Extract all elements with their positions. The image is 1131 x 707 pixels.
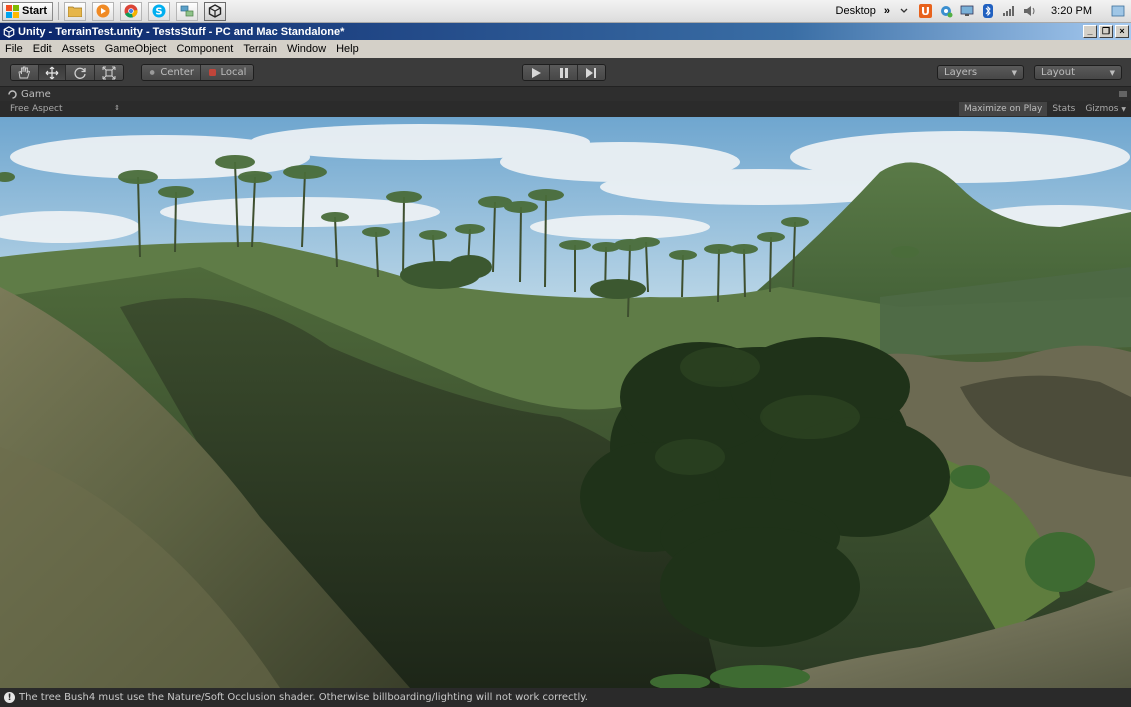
network-gear-icon[interactable] <box>939 4 953 18</box>
hand-icon <box>18 66 31 79</box>
screen: Start S Desktop » U 3:20 PM Unity - Terr… <box>0 0 1131 707</box>
taskbar-network-button[interactable] <box>176 1 199 21</box>
tab-game[interactable]: Game <box>8 89 51 100</box>
signal-strength-icon[interactable] <box>1002 4 1016 18</box>
window-controls: _ ❐ × <box>1083 25 1129 38</box>
menu-gameobject[interactable]: GameObject <box>100 43 172 55</box>
game-view-toolbar: Free Aspect ⇕ Maximize on Play Stats Giz… <box>0 101 1131 117</box>
move-arrows-icon <box>45 66 59 79</box>
pause-icon <box>559 67 568 78</box>
tab-menu-icon[interactable] <box>1119 89 1127 100</box>
window-title: Unity - TerrainTest.unity - TestsStuff -… <box>18 25 345 38</box>
rotate-tool-button[interactable] <box>66 65 95 80</box>
svg-text:U: U <box>921 5 930 18</box>
scale-tool-button[interactable] <box>94 65 123 80</box>
play-button[interactable] <box>523 65 551 80</box>
console-status-bar[interactable]: ! The tree Bush4 must use the Nature/Sof… <box>0 688 1131 707</box>
pivot-toggle-group: Center Local <box>141 64 254 81</box>
restore-button[interactable]: ❐ <box>1099 25 1113 38</box>
scale-icon <box>102 66 116 79</box>
maximize-on-play-toggle[interactable]: Maximize on Play <box>959 102 1048 116</box>
layout-label: Layout <box>1041 67 1075 78</box>
menu-edit[interactable]: Edit <box>28 43 57 55</box>
menu-help[interactable]: Help <box>331 43 364 55</box>
desktop-toolbar-label[interactable]: Desktop <box>836 5 876 17</box>
menu-bar: File Edit Assets GameObject Component Te… <box>0 40 1131 58</box>
pivot-local-label: Local <box>220 67 247 78</box>
terrain-scene <box>0 117 1131 688</box>
unity-icon <box>3 25 15 38</box>
menu-assets[interactable]: Assets <box>57 43 100 55</box>
updown-icon: ⇕ <box>114 104 120 112</box>
menu-window[interactable]: Window <box>282 43 331 55</box>
game-controller-icon <box>8 89 17 99</box>
game-view-options: Maximize on Play Stats Gizmos ▼ <box>959 101 1131 117</box>
folder-icon <box>68 6 83 17</box>
unity-icon <box>208 4 222 18</box>
taskbar-unity-button[interactable] <box>204 1 227 21</box>
chevron-down-icon: ▼ <box>1109 68 1115 77</box>
unity-title-bar[interactable]: Unity - TerrainTest.unity - TestsStuff -… <box>0 23 1131 40</box>
chrome-icon <box>124 4 138 18</box>
hand-tool-button[interactable] <box>11 65 39 80</box>
pause-button[interactable] <box>550 65 578 80</box>
layout-dropdown[interactable]: Layout ▼ <box>1034 65 1122 80</box>
playback-controls <box>522 64 606 81</box>
step-forward-icon <box>586 67 597 78</box>
pivot-center-button[interactable]: Center <box>142 65 201 80</box>
monitor-icon[interactable] <box>960 4 974 18</box>
chevron-down-icon: ▼ <box>1121 106 1126 113</box>
network-icon <box>180 5 194 17</box>
media-play-icon <box>96 4 110 18</box>
chevron-down-icon[interactable] <box>897 4 911 18</box>
windows-logo-icon <box>6 4 19 18</box>
taskbar-explorer-button[interactable] <box>64 1 87 21</box>
start-button[interactable]: Start <box>2 1 54 21</box>
close-button[interactable]: × <box>1115 25 1129 38</box>
volume-icon[interactable] <box>1023 4 1037 18</box>
layers-label: Layers <box>944 67 978 78</box>
show-desktop-icon[interactable] <box>1111 4 1125 18</box>
gizmos-dropdown[interactable]: Gizmos ▼ <box>1080 102 1131 116</box>
taskbar-skype-button[interactable]: S <box>148 1 171 21</box>
aspect-label: Free Aspect <box>10 104 63 114</box>
bluetooth-icon[interactable] <box>981 4 995 18</box>
play-icon <box>532 67 542 78</box>
game-viewport[interactable] <box>0 117 1131 688</box>
pivot-local-icon <box>208 69 216 76</box>
minimize-button[interactable]: _ <box>1083 25 1097 38</box>
menu-component[interactable]: Component <box>171 43 238 55</box>
taskbar-separator <box>58 2 60 20</box>
info-icon: ! <box>4 692 15 703</box>
unity-toolbar: Center Local Layers ▼ Layout ▼ <box>0 58 1131 87</box>
chevron-down-icon: ▼ <box>1011 68 1017 77</box>
gizmos-label: Gizmos <box>1085 104 1119 114</box>
layers-dropdown[interactable]: Layers ▼ <box>937 65 1024 80</box>
status-message: The tree Bush4 must use the Nature/Soft … <box>19 692 588 703</box>
svg-text:S: S <box>155 7 162 18</box>
game-tab-bar: Game <box>0 87 1131 101</box>
skype-icon: S <box>152 4 166 18</box>
pivot-local-button[interactable]: Local <box>201 65 253 80</box>
pivot-center-icon <box>149 70 155 75</box>
taskbar-media-player-button[interactable] <box>92 1 115 21</box>
menu-terrain[interactable]: Terrain <box>238 43 282 55</box>
aspect-dropdown[interactable]: Free Aspect ⇕ <box>10 104 120 114</box>
u-shield-icon[interactable]: U <box>918 4 932 18</box>
taskbar: Start S Desktop » U 3:20 PM <box>0 0 1131 23</box>
tab-game-label: Game <box>21 88 51 100</box>
stats-toggle[interactable]: Stats <box>1047 102 1080 116</box>
menu-file[interactable]: File <box>0 43 28 55</box>
pivot-center-label: Center <box>160 67 194 78</box>
system-tray: Desktop » U 3:20 PM <box>836 0 1131 23</box>
rotate-icon <box>74 67 86 79</box>
taskbar-chrome-button[interactable] <box>120 1 143 21</box>
start-label: Start <box>22 5 48 17</box>
taskbar-clock[interactable]: 3:20 PM <box>1051 5 1092 17</box>
transform-tools <box>10 64 124 81</box>
move-tool-button[interactable] <box>38 65 67 80</box>
tray-overflow-button[interactable]: » <box>884 5 890 17</box>
step-button[interactable] <box>577 65 605 80</box>
